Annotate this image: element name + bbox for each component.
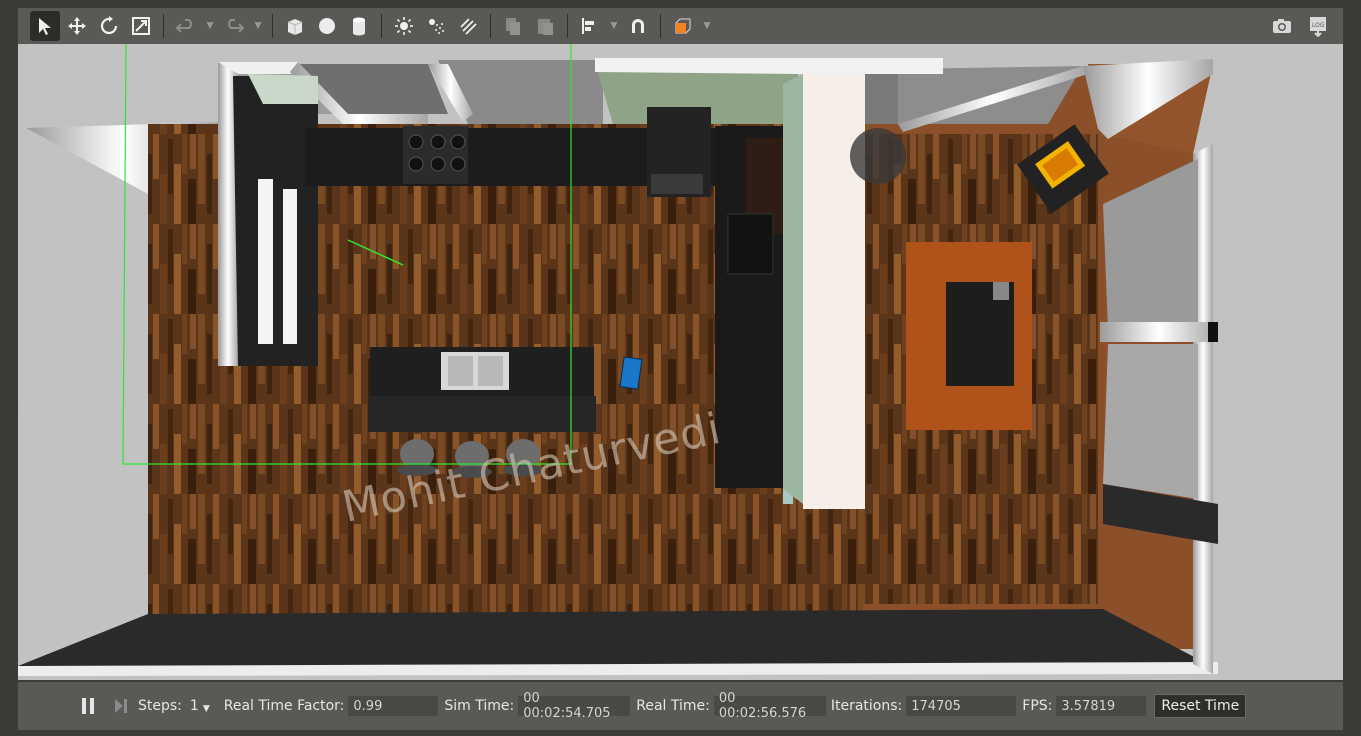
fps-group: FPS: 3.57819 [1022, 696, 1147, 716]
undo-dropdown-icon[interactable]: ▼ [203, 11, 217, 41]
move-arrows-icon [68, 17, 86, 35]
rtf-label: Real Time Factor: [223, 698, 345, 714]
rotate-icon [100, 16, 118, 35]
view-cube-icon [675, 18, 691, 34]
left-panel-handle-icon[interactable]: ⋮ [18, 403, 28, 420]
copy-button[interactable] [498, 11, 528, 41]
step-forward-icon [115, 699, 127, 713]
fps-label: FPS: [1022, 698, 1053, 714]
pantry-window-right [283, 189, 297, 344]
steps-group: Steps: 1 ▼ [138, 698, 210, 714]
steps-value[interactable]: 1 [190, 698, 199, 714]
undo-icon [175, 19, 192, 33]
box-icon [287, 19, 303, 35]
iterations-label: Iterations: [830, 698, 903, 714]
directional-light-button[interactable] [453, 11, 483, 41]
iterations-group: Iterations: 174705 [830, 696, 1017, 716]
gazebo-window: ▼ ▼ ▼ ▼ LOG Mohit Chaturvedi ⋮ ⋮ Steps: … [0, 0, 1361, 736]
toolbar-right-group: LOG [1267, 11, 1333, 41]
round-table [850, 128, 906, 184]
fps-field: 3.57819 [1056, 696, 1147, 716]
door-handle [1208, 322, 1218, 342]
paste-icon [538, 19, 553, 35]
reset-time-button[interactable]: Reset Time [1154, 694, 1247, 718]
undo-button[interactable] [171, 11, 201, 41]
align-button[interactable] [575, 11, 605, 41]
sink-basin-left [448, 356, 473, 386]
snap-button[interactable] [623, 11, 653, 41]
box-shape-button[interactable] [280, 11, 310, 41]
time-panel: Steps: 1 ▼ Real Time Factor: 0.99 Sim Ti… [18, 682, 1343, 730]
real-time-group: Real Time: 00 00:02:56.576 [636, 691, 826, 721]
sphere-shape-button[interactable] [312, 11, 342, 41]
real-time-label: Real Time: [636, 698, 710, 714]
sphere-icon [319, 18, 335, 34]
right-panel-handle-icon[interactable]: ⋮ [1337, 403, 1343, 420]
paste-button[interactable] [530, 11, 560, 41]
sim-time-field: 00 00:02:54.705 [518, 691, 631, 721]
spotlight-icon [429, 19, 444, 34]
view-angle-button[interactable] [668, 11, 698, 41]
toolbar-separator [381, 14, 382, 38]
pantry-wall-dark [233, 76, 318, 366]
sun-icon [395, 17, 413, 35]
steps-label: Steps: [138, 698, 182, 714]
redo-dropdown-icon[interactable]: ▼ [251, 11, 265, 41]
iterations-field: 174705 [906, 696, 1017, 716]
scale-mode-button[interactable] [126, 11, 156, 41]
steps-spinner-icon[interactable]: ▼ [203, 704, 210, 714]
door-frame [1100, 322, 1218, 342]
bottom-wall [18, 609, 1198, 669]
3d-viewport[interactable]: Mohit Chaturvedi ⋮ ⋮ [18, 44, 1343, 680]
log-icon: LOG [1310, 17, 1326, 37]
view-angle-dropdown-icon[interactable]: ▼ [700, 11, 714, 41]
translate-mode-button[interactable] [62, 11, 92, 41]
cylinder-shape-button[interactable] [344, 11, 374, 41]
table-item [993, 282, 1009, 300]
copy-icon [506, 18, 520, 35]
kitchen-scene [18, 44, 1343, 680]
spot-light-button[interactable] [421, 11, 451, 41]
toolbar-separator [660, 14, 661, 38]
island-front [368, 396, 596, 432]
cylinder-icon [353, 17, 365, 36]
main-toolbar: ▼ ▼ ▼ ▼ LOG [18, 8, 1343, 44]
rotate-mode-button[interactable] [94, 11, 124, 41]
toolbar-separator [567, 14, 568, 38]
point-light-button[interactable] [389, 11, 419, 41]
align-icon [582, 18, 594, 34]
select-mode-button[interactable] [30, 11, 60, 41]
redo-icon [228, 19, 245, 33]
step-button[interactable] [106, 697, 136, 715]
camera-icon [1273, 19, 1291, 33]
pantry-window-left [258, 179, 273, 344]
toolbar-separator [490, 14, 491, 38]
top-white-beam [595, 58, 943, 74]
svg-text:LOG: LOG [1312, 22, 1325, 29]
toolbar-separator [272, 14, 273, 38]
sink-basin-right [478, 356, 503, 386]
screenshot-button[interactable] [1267, 11, 1297, 41]
magnet-icon [632, 19, 644, 33]
directional-light-icon [460, 18, 477, 35]
real-time-field: 00 00:02:56.576 [713, 691, 826, 721]
robot [619, 356, 643, 390]
log-button[interactable]: LOG [1303, 11, 1333, 41]
partition-edge [783, 74, 803, 504]
align-dropdown-icon[interactable]: ▼ [607, 11, 621, 41]
pause-button[interactable] [18, 697, 106, 715]
rtf-group: Real Time Factor: 0.99 [224, 696, 439, 716]
rtf-field: 0.99 [348, 696, 439, 716]
arrow-cursor-icon [39, 18, 51, 35]
oven [727, 213, 774, 275]
toolbar-separator [163, 14, 164, 38]
sim-time-label: Sim Time: [444, 698, 515, 714]
scale-icon [132, 17, 150, 35]
glass-door-lower [1103, 344, 1198, 499]
fridge-drawer [651, 174, 703, 194]
pause-icon [82, 698, 94, 714]
sim-time-group: Sim Time: 00 00:02:54.705 [444, 691, 631, 721]
redo-button[interactable] [219, 11, 249, 41]
